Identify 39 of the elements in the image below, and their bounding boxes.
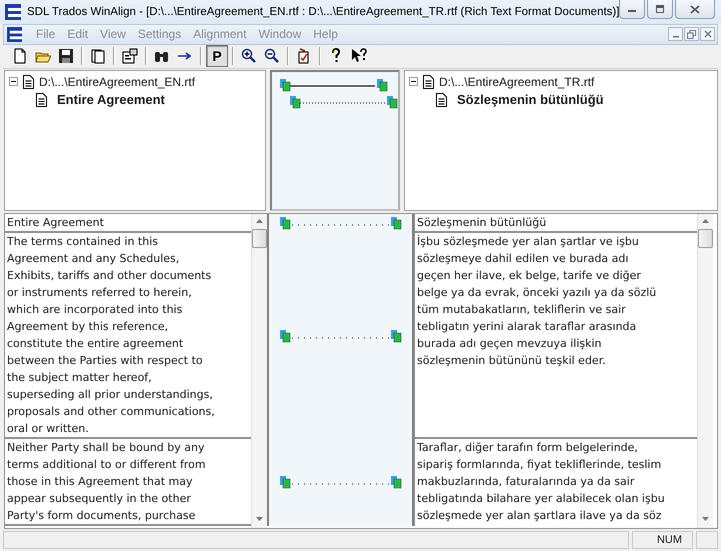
target-segment[interactable]: İşbu sözleşmede yer alan şartlar ve işbu sözleşmeye dahil edilen ve burada adı geçen her ilave, ek belge, tarife ve diğer belge ya da evrak, önceki yazılı ya da sözlü tüm mutabakatların, tekliflerin ve sair tebligatın yerini alarak taraflar arasında burada adı geçen mevzuya ilişkin sözleşmenin bütününü teşkil eder. xyxy=(414,232,697,439)
paragraph-toggle[interactable]: P xyxy=(206,45,228,68)
source-segment[interactable]: The terms contained in this Agreement and any Schedules, Exhibits, tariffs and other documents or instruments referred to herein, which are incorporated into this Agreement by this reference, constitute the entire agreement between the Parties with respect to the subject matter hereof, superseding all prior understandings, proposals and other communications, oral or written. xyxy=(5,232,251,439)
tree-item[interactable]: Sözleşmenin bütünlüğü xyxy=(457,92,604,108)
num-lock-indicator: NUM xyxy=(632,531,693,550)
scrollbar[interactable] xyxy=(251,214,267,528)
document-icon xyxy=(423,74,434,89)
minimize-button[interactable] xyxy=(619,0,646,19)
close-button[interactable] xyxy=(675,0,716,19)
source-segment[interactable]: Neither Party shall be bound by any terms additional to or different from those in this Agreement that may appear subsequently in the other Party's form documents, purchase xyxy=(5,438,251,526)
scroll-up-icon[interactable] xyxy=(702,218,709,223)
app-icon xyxy=(5,4,21,20)
window-title: SDL Trados WinAlign - [D:\...\EntireAgreement_EN.rtf : D:\...\EntireAgreement_TR.rtf (Rich Text Format Documents)] xyxy=(27,6,620,18)
document-icon xyxy=(36,92,47,107)
collapse-icon[interactable] xyxy=(9,77,18,86)
tree-item[interactable]: Entire Agreement xyxy=(57,92,165,108)
restore-button[interactable] xyxy=(684,27,699,42)
document-icon[interactable] xyxy=(7,26,22,42)
scrollbar[interactable] xyxy=(697,214,713,528)
close-icon xyxy=(690,4,700,14)
scroll-down-icon[interactable] xyxy=(702,517,709,522)
restore-icon xyxy=(687,30,696,39)
collapse-icon[interactable] xyxy=(409,77,418,86)
target-segment[interactable]: Sözleşmenin bütünlüğü xyxy=(414,214,697,233)
scroll-down-icon[interactable] xyxy=(256,517,263,522)
target-segment[interactable]: Taraflar, diğer tarafın form belgelerinde, sipariş formlarında, fiyat tekliflerinde, teslim makbuzlarında, faturalarında ya da sair tebligatında bilahare yer alabilecek olan işbu sözleşmede yer alan şartlara ilave ya da söz xyxy=(414,438,697,526)
scrollbar-thumb[interactable] xyxy=(698,228,713,248)
status-bar-panel xyxy=(696,531,718,550)
minimize-button[interactable] xyxy=(668,27,683,42)
maximize-icon xyxy=(655,5,666,13)
tree-item[interactable]: D:\...\EntireAgreement_TR.rtf xyxy=(439,74,594,89)
close-button[interactable] xyxy=(700,27,715,42)
scrollbar-thumb[interactable] xyxy=(252,228,267,248)
document-icon xyxy=(23,74,34,89)
document-icon xyxy=(436,92,447,107)
maximize-button[interactable] xyxy=(647,0,674,19)
scroll-up-icon[interactable] xyxy=(256,218,263,223)
close-icon xyxy=(704,30,712,38)
tree-item[interactable]: D:\...\EntireAgreement_EN.rtf xyxy=(39,74,196,89)
